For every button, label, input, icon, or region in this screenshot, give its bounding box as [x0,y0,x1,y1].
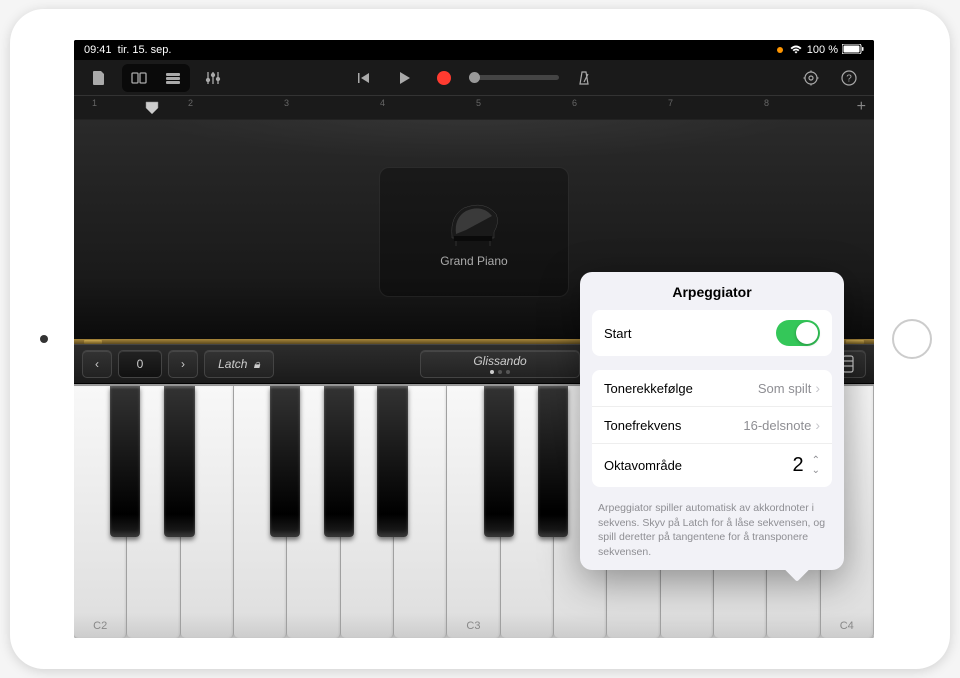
add-section-button[interactable]: + [857,98,866,116]
chevron-right-icon: › [815,380,820,396]
camera-dot [40,335,48,343]
timeline-ruler[interactable]: 1 2 3 4 5 6 7 8 + [74,96,874,120]
transport-controls [349,66,599,90]
black-key[interactable] [324,386,354,537]
black-key[interactable] [270,386,300,537]
range-stepper: ⌃ ⌄ [812,457,820,475]
black-key[interactable] [110,386,140,537]
stepper-down-button[interactable]: ⌄ [812,467,820,475]
hinge-decoration [84,340,102,344]
help-button[interactable]: ? [834,66,864,90]
black-key[interactable] [164,386,194,537]
top-toolbar: ? [74,60,874,96]
location-dot-icon [777,47,783,53]
app-screen: 09:41 tir. 15. sep. 100 % [74,40,874,638]
order-value: Som spilt [758,381,811,396]
wifi-icon [789,44,803,57]
latch-label: Latch [218,357,247,371]
battery-icon [842,44,864,57]
ruler-mark: 6 [572,98,577,108]
rate-value: 16-delsnote [743,418,811,433]
popover-start-section: Start [592,310,832,356]
black-key[interactable] [484,386,514,537]
stepper-up-button[interactable]: ⌃ [812,457,820,465]
ruler-mark: 1 [92,98,97,108]
range-value: 2 [792,454,803,477]
hinge-decoration [846,340,864,344]
toolbar-right: ? [796,66,864,90]
svg-text:?: ? [846,73,852,84]
octave-range-row: Oktavområde 2 ⌃ ⌄ [592,444,832,487]
start-label: Start [604,326,776,341]
settings-button[interactable] [796,66,826,90]
page-dots [490,370,510,374]
battery-text: 100 % [807,44,838,56]
order-label: Tonerekkefølge [604,381,758,396]
grand-piano-icon [444,196,504,246]
record-button[interactable] [429,66,459,90]
octave-display: 0 [118,350,162,378]
popover-help-text: Arpeggiator spiller automatisk av akkord… [580,501,844,560]
ruler-mark: 2 [188,98,193,108]
instrument-selector[interactable]: Grand Piano [379,167,569,297]
start-row: Start [592,310,832,356]
my-songs-button[interactable] [84,66,114,90]
glissando-label: Glissando [473,354,526,368]
start-toggle[interactable] [776,320,820,346]
key-label: C4 [840,620,854,632]
tracks-view-button[interactable] [158,66,188,90]
ruler-mark: 7 [668,98,673,108]
octave-up-button[interactable]: › [168,350,198,378]
browser-view-button[interactable] [124,66,154,90]
black-key[interactable] [377,386,407,537]
ruler-mark: 5 [476,98,481,108]
view-toggle-group [122,64,190,92]
ruler-mark: 8 [764,98,769,108]
lock-icon: 🔒︎ [253,357,259,372]
arpeggiator-popover: Arpeggiator Start Tonerekkefølge Som spi… [580,272,844,570]
glissando-button[interactable]: Glissando [420,350,580,378]
key-label: C3 [466,620,480,632]
note-rate-row[interactable]: Tonefrekvens 16-delsnote › [592,407,832,444]
ruler-mark: 4 [380,98,385,108]
chevron-right-icon: › [815,417,820,433]
status-time: 09:41 tir. 15. sep. [84,44,171,56]
black-key[interactable] [538,386,568,537]
instrument-name: Grand Piano [440,254,507,268]
play-button[interactable] [389,66,419,90]
range-label: Oktavområde [604,458,792,473]
key-label: C2 [93,620,107,632]
clock-text: 09:41 [84,44,112,56]
ruler-mark: 3 [284,98,289,108]
status-right: 100 % [777,44,864,57]
rate-label: Tonefrekvens [604,418,743,433]
volume-slider[interactable] [469,75,559,80]
popover-title: Arpeggiator [580,272,844,310]
ipad-frame: 09:41 tir. 15. sep. 100 % [10,9,950,669]
note-order-row[interactable]: Tonerekkefølge Som spilt › [592,370,832,407]
status-bar: 09:41 tir. 15. sep. 100 % [74,40,874,60]
date-text: tir. 15. sep. [118,44,172,56]
octave-down-button[interactable]: ‹ [82,350,112,378]
track-controls-button[interactable] [198,66,228,90]
home-button[interactable] [892,319,932,359]
playhead-icon[interactable] [144,100,160,121]
popover-settings-section: Tonerekkefølge Som spilt › Tonefrekvens … [592,370,832,487]
metronome-button[interactable] [569,66,599,90]
rewind-button[interactable] [349,66,379,90]
latch-button[interactable]: Latch 🔒︎ [204,350,274,378]
